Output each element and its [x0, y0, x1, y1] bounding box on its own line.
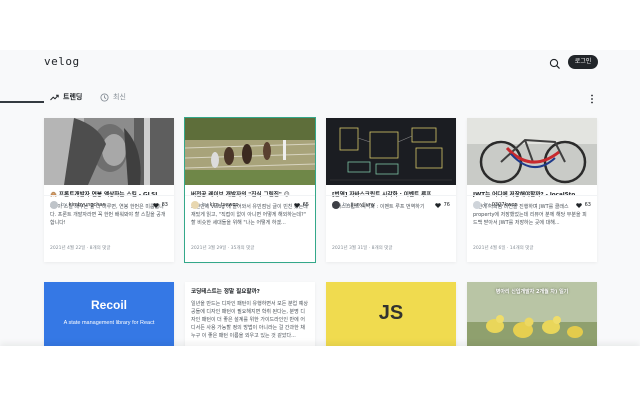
- post-thumbnail[interactable]: [326, 118, 456, 185]
- like-count: 83: [152, 201, 168, 209]
- grayscale-portrait-image: [44, 118, 174, 185]
- post-meta: 2021년 4월 22일 · 8개의 댓글: [50, 246, 111, 251]
- post-description: 일년을 만드는 디자인 패턴이 유행하면서 모든 분업 예상 공들에 디자인 패…: [191, 301, 308, 339]
- heart-icon: [152, 202, 159, 208]
- post-thumbnail[interactable]: [185, 118, 315, 185]
- login-button[interactable]: 로그인: [568, 55, 598, 69]
- tab-trending[interactable]: 트렌딩: [50, 88, 82, 106]
- author-line[interactable]: by jjunyjjuny: [343, 201, 375, 209]
- author-name[interactable]: kimbyungchan: [69, 202, 106, 208]
- avatar[interactable]: [332, 201, 340, 209]
- post-card[interactable]: 코딩테스트는 정말 필요할까? 일년을 만드는 디자인 패턴이 유행하면서 모든…: [185, 282, 315, 346]
- post-footer: by kim-tsewoo 65: [185, 195, 315, 213]
- like-count-value: 83: [161, 202, 168, 208]
- post-footer: by 0307kwon 63: [467, 195, 597, 213]
- post-title[interactable]: 코딩테스트는 정말 필요할까?: [191, 288, 309, 296]
- velog-logo[interactable]: velog: [44, 55, 80, 68]
- post-footer: by jjunyjjuny 76: [326, 195, 456, 213]
- post-thumbnail[interactable]: [467, 118, 597, 185]
- post-card[interactable]: Recoil A state management library for Re…: [44, 282, 174, 346]
- like-count-value: 65: [302, 202, 309, 208]
- screenshot-page: velog 로그인 트렌딩 최신 🙈 프론트개발자 연봉 액상하는 스킬 - G…: [0, 0, 640, 400]
- heart-icon: [434, 202, 441, 208]
- post-thumbnail[interactable]: Recoil A state management library for Re…: [44, 282, 174, 346]
- post-card[interactable]: 🙈 프론트개발자 연봉 액상하는 스킬 - GLSL 😂 이 스킬 배우는 걸 …: [44, 118, 174, 262]
- tab-trending-label: 트렌딩: [63, 93, 83, 101]
- tab-recent[interactable]: 최신: [100, 88, 126, 106]
- post-meta: 2021년 3월 31일 · 8개의 댓글: [332, 246, 393, 251]
- post-card[interactable]: 버전공 레이브 개발자의 "진식 그림집" 😊 오랜만에 velog 에 들어와…: [184, 117, 316, 263]
- bicycle-lock-image: [467, 118, 597, 185]
- author-line[interactable]: by 0307kwon: [484, 201, 518, 209]
- like-count-value: 76: [443, 202, 450, 208]
- site-header: velog 로그인: [0, 50, 640, 76]
- author-line[interactable]: by kimbyungchan: [61, 201, 106, 209]
- bottom-margin: [0, 346, 640, 400]
- post-thumbnail[interactable]: 병아리 신입개발자 2개월 차) 일기: [467, 282, 597, 346]
- post-card[interactable]: JS: [326, 282, 456, 346]
- like-count-value: 63: [584, 202, 591, 208]
- avatar[interactable]: [50, 201, 58, 209]
- top-margin: [0, 0, 640, 50]
- search-icon: [549, 58, 560, 69]
- search-button[interactable]: [548, 56, 562, 70]
- heart-icon: [575, 202, 582, 208]
- like-count: 63: [575, 201, 591, 209]
- velog-app: velog 로그인 트렌딩 최신 🙈 프론트개발자 연봉 액상하는 스킬 - G…: [0, 50, 640, 346]
- author-name[interactable]: 0307kwon: [492, 202, 518, 208]
- tab-recent-label: 최신: [113, 93, 126, 101]
- post-meta: 2021년 4월 6일 · 14개의 댓글: [473, 246, 534, 251]
- like-count: 76: [434, 201, 450, 209]
- heart-icon: [293, 202, 300, 208]
- post-thumbnail[interactable]: JS: [326, 282, 456, 346]
- avatar[interactable]: [473, 201, 481, 209]
- post-thumbnail[interactable]: [44, 118, 174, 185]
- thumbnail-caption: 병아리 신입개발자 2개월 차) 일기: [495, 289, 569, 295]
- like-count: 65: [293, 201, 309, 209]
- event-loop-diagram-image: [326, 118, 456, 185]
- post-card[interactable]: JWT는 어디에 저장해야할까? - localSto... 이번에 저희팀 미…: [467, 118, 597, 262]
- thumbnail-subtitle: A state management library for React: [63, 320, 155, 326]
- author-line[interactable]: by kim-tsewoo: [202, 201, 239, 209]
- avatar[interactable]: [191, 201, 199, 209]
- more-vertical-icon: [591, 94, 593, 104]
- author-name[interactable]: jjunyjjuny: [351, 202, 375, 208]
- post-body: 코딩테스트는 정말 필요할까? 일년을 만드는 디자인 패턴이 유행하면서 모든…: [185, 282, 315, 346]
- more-menu-button[interactable]: [588, 90, 596, 104]
- post-footer: by kimbyungchan 83: [44, 195, 174, 213]
- js-logo: JS: [378, 302, 404, 324]
- post-card[interactable]: 병아리 신입개발자 2개월 차) 일기: [467, 282, 597, 346]
- clock-icon: [100, 92, 109, 102]
- thumbnail-title: Recoil: [90, 298, 127, 312]
- track-race-image: [185, 118, 315, 185]
- author-name[interactable]: kim-tsewoo: [210, 202, 239, 208]
- post-meta: 2021년 3월 29일 · 35개의 댓글: [191, 246, 255, 251]
- active-tab-indicator: [0, 101, 44, 103]
- post-card[interactable]: [번역] 자바스크립트 시각화 : 이벤트 루프 자바스크립트 시각화 : 이벤…: [326, 118, 456, 262]
- trending-icon: [50, 94, 59, 100]
